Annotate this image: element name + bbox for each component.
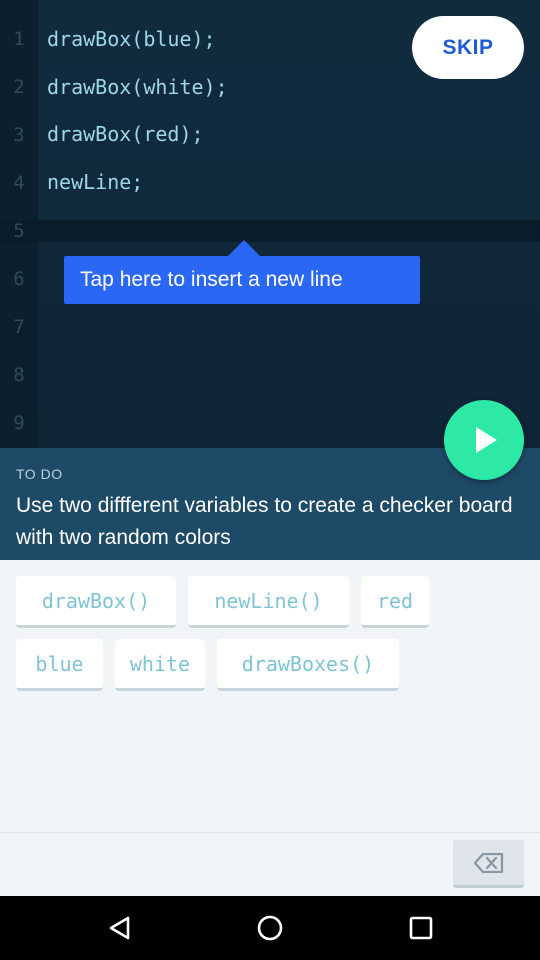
token-blue[interactable]: blue — [16, 639, 103, 691]
line-number: 6 — [13, 268, 25, 290]
tooltip-text: Tap here to insert a new line — [80, 268, 343, 291]
line-number: 8 — [13, 364, 25, 386]
insert-line-tooltip[interactable]: Tap here to insert a new line — [64, 256, 420, 304]
play-icon — [476, 427, 497, 453]
token-drawbox[interactable]: drawBox() — [16, 576, 176, 628]
token-newline[interactable]: newLine() — [188, 576, 349, 628]
recents-square-icon — [409, 916, 433, 940]
token-red[interactable]: red — [361, 576, 429, 628]
todo-instructions: Use two diffferent variables to create a… — [16, 494, 513, 549]
todo-heading: TO DO — [16, 466, 63, 482]
code-line[interactable]: drawBox(white); — [47, 75, 228, 99]
code-line[interactable]: newLine; — [47, 170, 143, 194]
line-number: 2 — [13, 76, 25, 98]
line-number: 3 — [13, 124, 25, 146]
code-token-palette: drawBox() newLine() red blue white drawB… — [0, 560, 540, 832]
system-navigation-bar — [0, 896, 540, 960]
run-play-button[interactable] — [444, 400, 524, 480]
token-white[interactable]: white — [115, 639, 205, 691]
backspace-icon — [473, 852, 503, 873]
token-drawboxes[interactable]: drawBoxes() — [217, 639, 399, 691]
code-line[interactable]: drawBox(red); — [47, 122, 204, 146]
line-number: 1 — [13, 28, 25, 50]
home-circle-icon — [257, 915, 283, 941]
back-triangle-icon — [109, 916, 130, 940]
backspace-button[interactable] — [453, 840, 524, 888]
insert-line-highlight[interactable] — [0, 220, 540, 242]
line-number: 7 — [13, 316, 25, 338]
skip-button[interactable]: SKIP — [412, 16, 524, 79]
editor-bottom-bar — [0, 832, 540, 896]
nav-home-button[interactable] — [250, 908, 290, 948]
nav-back-button[interactable] — [100, 908, 140, 948]
tooltip-arrow — [228, 240, 260, 256]
code-editor[interactable]: 1 2 3 4 5 6 7 8 9 drawBox(blue); drawBox… — [0, 0, 540, 448]
line-number: 5 — [13, 220, 25, 242]
line-number: 9 — [13, 412, 25, 434]
nav-recents-button[interactable] — [401, 908, 441, 948]
line-number: 4 — [13, 172, 25, 194]
code-line[interactable]: drawBox(blue); — [47, 27, 216, 51]
